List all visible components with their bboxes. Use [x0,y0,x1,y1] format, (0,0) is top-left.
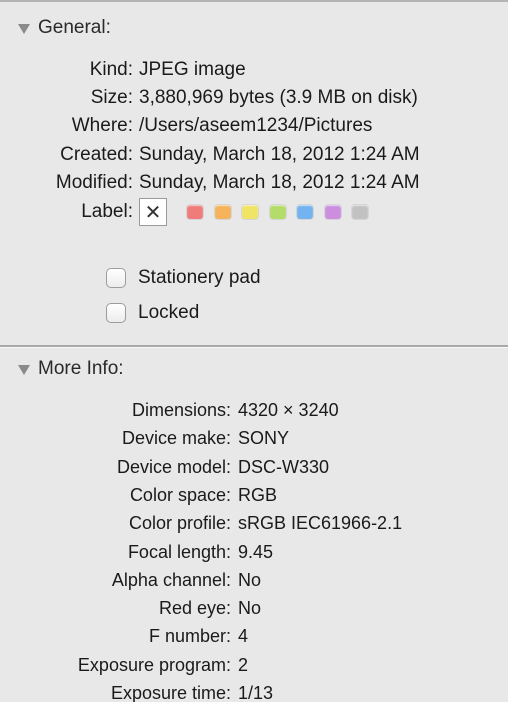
disclosure-triangle-icon[interactable] [18,24,30,34]
disclosure-triangle-icon[interactable] [18,365,30,375]
exposure-time-label: Exposure time: [110,683,231,702]
label-color-gray[interactable] [352,205,368,219]
locked-checkbox[interactable] [106,303,126,323]
kind-value: JPEG image [139,59,246,80]
label-label: Label: [81,201,133,222]
dimensions-value: 4320 × 3240 [238,400,339,420]
where-label: Where: [71,115,133,136]
device-make-label: Device make: [121,428,231,448]
kind-label: Kind: [89,59,133,80]
stationery-pad-checkbox[interactable] [106,268,126,288]
section-divider [0,345,508,348]
stationery-pad-label: Stationery pad [138,267,261,288]
color-space-label: Color space: [129,485,231,505]
alpha-channel-value: No [238,570,262,590]
focal-length-label: Focal length: [127,542,231,562]
red-eye-label: Red eye: [158,598,231,618]
color-profile-label: Color profile: [128,513,231,533]
stationery-pad-checkbox-row[interactable]: Stationery pad [106,267,261,289]
label-color-green[interactable] [270,205,286,219]
top-border [0,0,508,2]
red-eye-value: No [238,598,262,618]
exposure-program-label: Exposure program: [77,655,231,675]
created-value: Sunday, March 18, 2012 1:24 AM [139,144,420,165]
where-value: /Users/aseem1234/Pictures [139,115,373,136]
f-number-label: F number: [148,626,231,646]
label-color-yellow[interactable] [242,205,258,219]
more-info-header-label: More Info: [38,358,124,379]
label-color-purple[interactable] [325,205,341,219]
size-value: 3,880,969 bytes (3.9 MB on disk) [139,87,418,108]
label-color-blue[interactable] [297,205,313,219]
locked-checkbox-row[interactable]: Locked [106,302,199,324]
exposure-program-value: 2 [238,655,249,675]
focal-length-value: 9.45 [238,542,274,562]
label-none-button[interactable]: ✕ [139,198,167,226]
more-info-section-header[interactable]: More Info: [18,358,124,380]
size-label: Size: [90,87,133,108]
f-number-value: 4 [238,626,249,646]
label-color-red[interactable] [187,205,203,219]
color-space-value: RGB [238,485,278,505]
dimensions-label: Dimensions: [131,400,231,420]
device-model-value: DSC-W330 [238,457,330,477]
color-profile-value: sRGB IEC61966-2.1 [238,513,403,533]
get-info-panel: General: Kind: JPEG image Size: 3,880,96… [0,0,508,702]
created-label: Created: [60,144,133,165]
device-model-label: Device model: [116,457,231,477]
exposure-time-value: 1/13 [238,683,274,702]
general-section-header[interactable]: General: [18,17,111,39]
device-make-value: SONY [238,428,290,448]
modified-value: Sunday, March 18, 2012 1:24 AM [139,172,420,193]
label-color-orange[interactable] [215,205,231,219]
locked-label: Locked [138,302,200,323]
alpha-channel-label: Alpha channel: [111,570,231,590]
close-icon: ✕ [144,201,162,224]
modified-label: Modified: [55,172,133,193]
general-header-label: General: [38,17,111,38]
